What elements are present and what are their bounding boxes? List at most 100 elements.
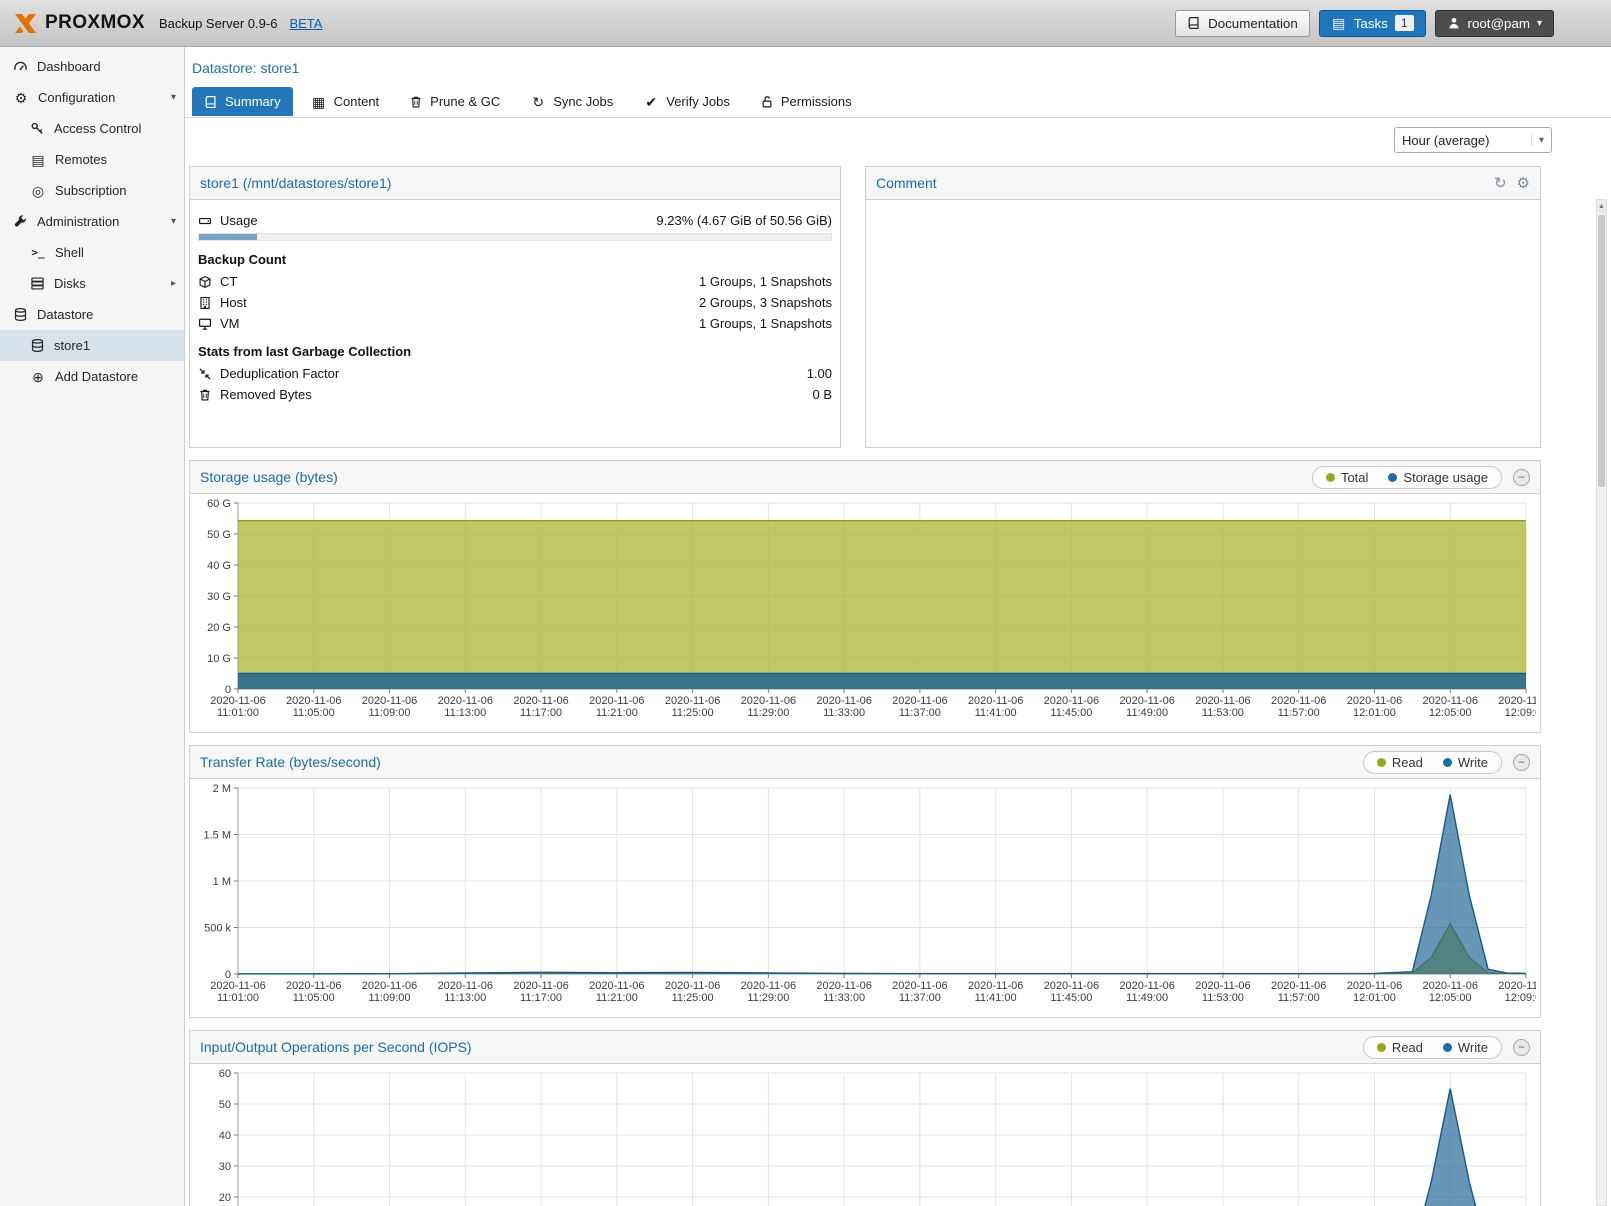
panel-title: Storage usage (bytes): [200, 469, 338, 485]
database-icon: [30, 338, 45, 353]
row-label: Deduplication Factor: [220, 366, 339, 381]
sidebar-item-label: Access Control: [54, 121, 141, 136]
sidebar-item-remotes[interactable]: ▤ Remotes: [0, 144, 184, 175]
disks-icon: [30, 276, 45, 291]
user-menu-button[interactable]: root@pam ▾: [1435, 10, 1554, 37]
monitor-icon: [198, 317, 212, 331]
legend-dot: [1377, 1043, 1386, 1052]
reload-icon[interactable]: ↻: [1494, 176, 1507, 191]
sidebar-item-label: Configuration: [38, 90, 115, 105]
svg-text:0: 0: [225, 684, 231, 696]
tab-permissions[interactable]: Permissions: [748, 87, 864, 116]
legend-item-read[interactable]: Read: [1377, 1040, 1423, 1055]
unlock-icon: [760, 95, 774, 109]
collapse-icon[interactable]: −: [1513, 1039, 1530, 1056]
sidebar-item-disks[interactable]: Disks ▸: [0, 268, 184, 299]
chevron-down-icon[interactable]: ▾: [171, 216, 176, 227]
svg-text:10 G: 10 G: [207, 653, 231, 665]
panel-title: Input/Output Operations per Second (IOPS…: [200, 1039, 472, 1055]
legend-item-total[interactable]: Total: [1326, 470, 1368, 485]
user-menu-label: root@pam: [1468, 16, 1530, 31]
wrench-icon: [13, 214, 28, 229]
legend-item-read[interactable]: Read: [1377, 755, 1423, 770]
svg-text:2 M: 2 M: [213, 783, 231, 795]
legend-item-storage-usage[interactable]: Storage usage: [1388, 470, 1488, 485]
sidebar-item-label: Remotes: [55, 152, 107, 167]
user-icon: [1447, 16, 1461, 30]
svg-text:0: 0: [225, 969, 231, 981]
collapse-icon[interactable]: −: [1513, 469, 1530, 486]
svg-text:20 G: 20 G: [207, 622, 231, 634]
row-value: 1.00: [807, 366, 832, 381]
legend-item-write[interactable]: Write: [1443, 755, 1488, 770]
tab-bar: Summary ▦ Content Prune & GC ↻ Sync Jobs…: [185, 85, 1611, 118]
beta-link[interactable]: BETA: [289, 16, 322, 31]
sidebar-item-store1[interactable]: store1: [0, 330, 184, 361]
svg-text:2020-11-0611:45:00: 2020-11-0611:45:00: [1044, 695, 1099, 719]
svg-text:2020-11-0611:13:00: 2020-11-0611:13:00: [438, 980, 493, 1004]
comment-content[interactable]: [866, 200, 1540, 447]
tab-verify-jobs[interactable]: ✔ Verify Jobs: [631, 87, 742, 116]
book-icon: [1187, 16, 1201, 30]
row-value: 2 Groups, 3 Snapshots: [699, 295, 832, 310]
svg-text:2020-11-0612:01:00: 2020-11-0612:01:00: [1347, 980, 1402, 1004]
documentation-button[interactable]: Documentation: [1175, 10, 1310, 37]
sidebar-item-administration[interactable]: Administration ▾: [0, 206, 184, 237]
sidebar-item-shell[interactable]: >_ Shell: [0, 237, 184, 268]
tab-label: Summary: [225, 94, 281, 109]
task-list-icon: ▤: [1331, 16, 1347, 30]
scrollbar-thumb[interactable]: [1598, 215, 1605, 487]
scrollbar-up-arrow[interactable]: ▲: [1597, 200, 1606, 213]
comment-panel: Comment ↻ ⚙: [865, 166, 1541, 448]
svg-text:2020-11-0611:29:00: 2020-11-0611:29:00: [741, 695, 796, 719]
svg-text:2020-11-0611:09:00: 2020-11-0611:09:00: [362, 980, 417, 1004]
sidebar-item-label: Add Datastore: [55, 369, 138, 384]
svg-text:2020-11-0611:05:00: 2020-11-0611:05:00: [286, 695, 341, 719]
panel-title: store1 (/mnt/datastores/store1): [200, 175, 391, 191]
time-range-select[interactable]: Hour (average) ▾: [1394, 127, 1552, 153]
collapse-icon[interactable]: −: [1513, 754, 1530, 771]
panel-body: Usage 9.23% (4.67 GiB of 50.56 GiB) Back…: [190, 200, 840, 415]
tasks-button[interactable]: ▤ Tasks 1: [1319, 10, 1426, 37]
check-circle-icon: ✔: [643, 95, 659, 109]
sidebar-item-subscription[interactable]: ◎ Subscription: [0, 175, 184, 206]
sidebar-item-add-datastore[interactable]: ⊕ Add Datastore: [0, 361, 184, 392]
tab-content[interactable]: ▦ Content: [299, 87, 392, 116]
sidebar-item-dashboard[interactable]: Dashboard: [0, 51, 184, 82]
svg-text:1.5 M: 1.5 M: [203, 830, 231, 842]
svg-text:30: 30: [219, 1161, 231, 1173]
tab-summary[interactable]: Summary: [192, 87, 293, 116]
sidebar-item-configuration[interactable]: ⚙ Configuration ▾: [0, 82, 184, 113]
legend-label: Read: [1392, 755, 1423, 770]
trash-icon: [409, 95, 423, 109]
brand: PROXMOX Backup Server 0.9-6 BETA: [12, 12, 322, 35]
legend-label: Write: [1458, 755, 1488, 770]
tab-prune-gc[interactable]: Prune & GC: [397, 87, 512, 116]
chart-toolbar: Hour (average) ▾: [185, 118, 1611, 162]
sidebar-item-label: Datastore: [37, 307, 93, 322]
legend-dot: [1388, 473, 1397, 482]
gear-icon[interactable]: ⚙: [1517, 176, 1530, 191]
svg-text:30 G: 30 G: [207, 591, 231, 603]
row-label: VM: [220, 316, 240, 331]
usage-label: Usage: [220, 213, 258, 228]
svg-text:2020-11-0611:37:00: 2020-11-0611:37:00: [892, 695, 947, 719]
legend-item-write[interactable]: Write: [1443, 1040, 1488, 1055]
chart-legend: Read Write: [1363, 1036, 1502, 1059]
chevron-down-icon[interactable]: ▾: [171, 92, 176, 103]
row-label: Host: [220, 295, 247, 310]
vertical-scrollbar[interactable]: ▲: [1596, 199, 1607, 1206]
sidebar-item-datastore[interactable]: Datastore: [0, 299, 184, 330]
tab-sync-jobs[interactable]: ↻ Sync Jobs: [518, 87, 625, 116]
svg-text:2020-11-0611:57:00: 2020-11-0611:57:00: [1271, 980, 1326, 1004]
datastore-summary-panel: store1 (/mnt/datastores/store1) Usage 9.…: [189, 166, 841, 448]
chevron-right-icon[interactable]: ▸: [171, 278, 176, 289]
sidebar-item-label: Dashboard: [37, 59, 101, 74]
sidebar-item-access-control[interactable]: Access Control: [0, 113, 184, 144]
transfer-rate-chart: 2020-11-0611:01:002020-11-0611:05:002020…: [190, 779, 1540, 1017]
row-value: 0 B: [812, 387, 832, 402]
backup-count-heading: Backup Count: [198, 252, 832, 267]
row-value: 1 Groups, 1 Snapshots: [699, 316, 832, 331]
table-row: Host 2 Groups, 3 Snapshots: [198, 293, 832, 312]
grid-icon: ▦: [311, 95, 327, 109]
